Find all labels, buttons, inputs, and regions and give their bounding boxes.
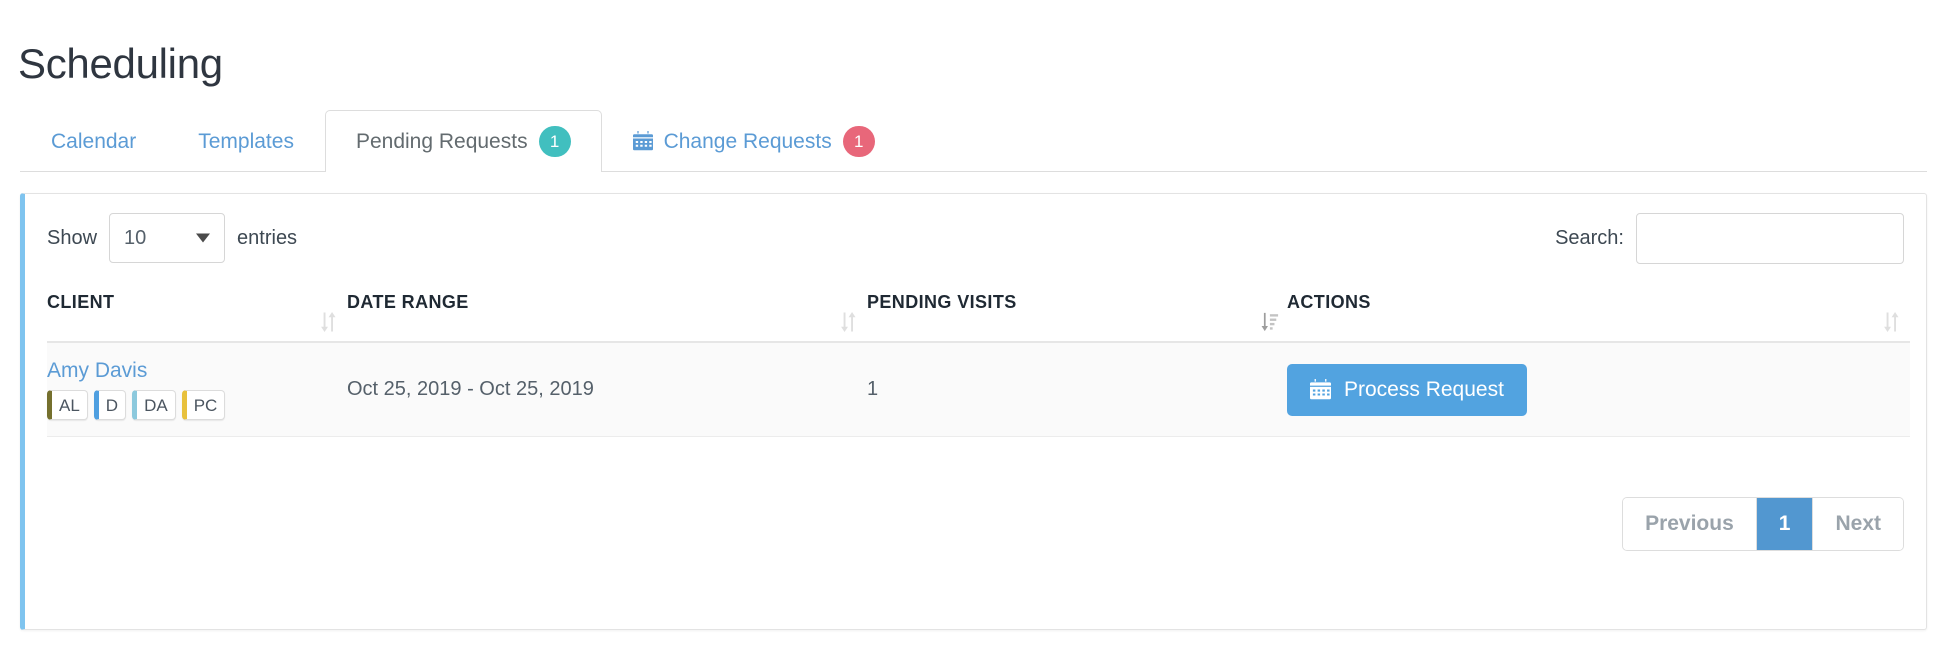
cell-actions: Process Request [1287,342,1910,437]
tab-label: Calendar [51,129,137,153]
tab-badge-count: 1 [842,125,875,157]
pagination-next[interactable]: Next [1813,498,1903,550]
pending-requests-table: CLIENT DATE RANGE PENDING VISITS ACTIONS… [47,282,1910,437]
entries-label: entries [237,226,298,249]
client-tag[interactable]: AL [47,390,88,420]
column-label: PENDING VISITS [867,292,1017,312]
column-label: DATE RANGE [347,292,469,312]
process-request-button[interactable]: Process Request [1287,363,1527,416]
pending-requests-panel: Show 10 entries Search: CLIENT DATE RANG… [20,193,1927,630]
column-header-client[interactable]: CLIENT [47,282,347,343]
sort-both-icon [319,311,339,333]
table-controls: Show 10 entries Search: [47,194,1904,282]
cell-pending-visits: 1 [867,342,1287,437]
tab-change-requests[interactable]: Change Requests 1 [602,110,906,171]
scheduling-page: Scheduling Calendar Templates Pending Re… [0,0,1951,655]
show-label: Show [47,226,98,249]
column-header-actions[interactable]: ACTIONS [1287,282,1910,343]
page-length-control: Show 10 entries [47,213,297,263]
tab-label: Templates [198,129,294,153]
search-input[interactable] [1636,212,1904,264]
page-length-value: 10 [124,226,147,249]
table-header: CLIENT DATE RANGE PENDING VISITS ACTIONS [47,282,1910,343]
column-label: CLIENT [47,292,115,312]
tab-calendar[interactable]: Calendar [20,110,167,171]
calendar-icon [1310,379,1331,400]
client-tag[interactable]: DA [132,390,176,420]
calendar-icon [632,131,653,151]
chevron-down-icon [196,233,211,243]
search-label: Search: [1555,226,1624,249]
pagination-previous[interactable]: Previous [1623,498,1757,550]
column-header-date-range[interactable]: DATE RANGE [347,282,867,343]
cell-date-range: Oct 25, 2019 - Oct 25, 2019 [347,342,867,437]
pagination-group: Previous 1 Next [1622,497,1904,551]
sort-both-icon [839,311,859,333]
tab-pending-requests[interactable]: Pending Requests 1 [324,110,602,172]
column-header-pending-visits[interactable]: PENDING VISITS [867,282,1287,343]
tab-label: Pending Requests [355,130,528,153]
table-body: Amy Davis AL D DA PC Oct 25, 2019 - Oct … [47,342,1910,437]
table-header-row: CLIENT DATE RANGE PENDING VISITS ACTIONS [47,282,1910,343]
column-label: ACTIONS [1287,292,1371,312]
client-name-link[interactable]: Amy Davis [47,359,347,383]
search-control: Search: [1555,212,1904,264]
sort-amount-desc-icon [1259,311,1279,333]
tab-badge-count: 1 [538,126,571,157]
pagination-page-1[interactable]: 1 [1756,498,1814,550]
client-tag-list: AL D DA PC [47,390,347,420]
tab-templates[interactable]: Templates [167,110,325,171]
table-row: Amy Davis AL D DA PC Oct 25, 2019 - Oct … [47,342,1910,437]
process-request-label: Process Request [1344,378,1504,401]
page-length-select[interactable]: 10 [109,213,226,263]
tab-bar: Calendar Templates Pending Requests 1 Ch… [20,110,1927,172]
page-title: Scheduling [18,40,223,88]
pagination: Previous 1 Next [1622,497,1904,551]
sort-both-icon [1882,311,1902,333]
cell-client: Amy Davis AL D DA PC [47,342,347,437]
tab-label: Change Requests [663,129,832,153]
client-tag[interactable]: PC [181,390,226,420]
client-tag[interactable]: D [93,390,127,420]
